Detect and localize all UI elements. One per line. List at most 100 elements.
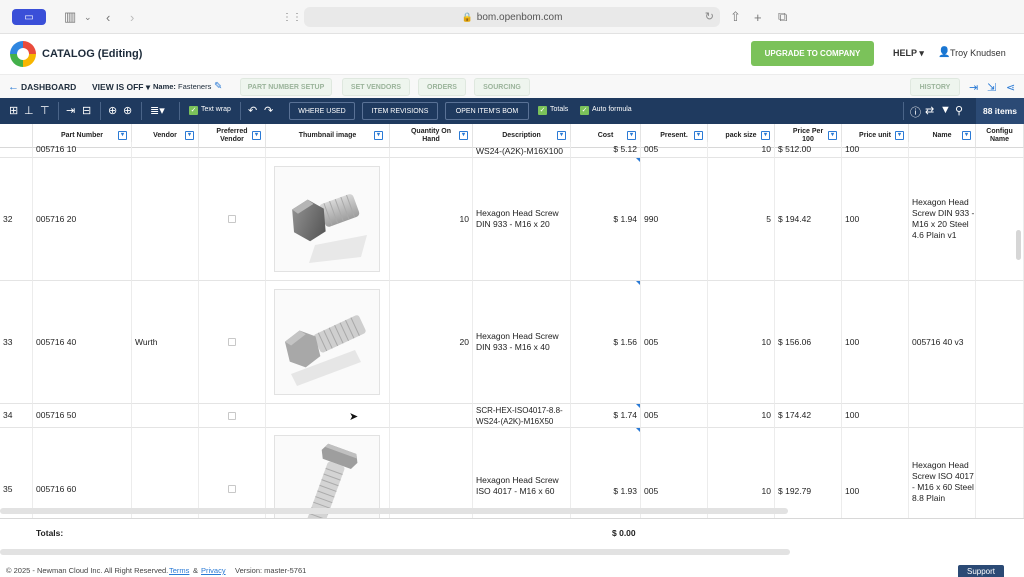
price-unit-cell[interactable]: 100 — [842, 281, 909, 404]
name-cell[interactable] — [909, 148, 976, 158]
cost-cell[interactable]: $ 1.74 — [571, 404, 641, 428]
text-wrap-checkbox[interactable]: ✓ — [189, 106, 198, 115]
move-up-icon[interactable]: ⊕ — [108, 104, 117, 117]
vendor-cell[interactable]: Wurth — [132, 281, 199, 404]
configuration-cell[interactable] — [976, 281, 1024, 404]
item-revisions-button[interactable]: ITEM REVISIONS — [362, 102, 438, 120]
terms-link[interactable]: Terms — [169, 566, 189, 575]
cost-cell[interactable]: $ 5.12 — [571, 142, 641, 158]
filter-icon[interactable]: ▾ — [557, 131, 566, 140]
column-header-configuration-name[interactable]: Configu Name — [976, 124, 1024, 148]
preferred-vendor-checkbox[interactable] — [228, 338, 236, 346]
vendor-cell[interactable] — [132, 404, 199, 428]
history-button[interactable]: HISTORY — [910, 78, 960, 96]
column-header-preferred-vendor[interactable]: Preferred Vendor ▾ — [199, 124, 266, 148]
align-icon[interactable]: ≣▾ — [150, 104, 165, 117]
name-cell[interactable]: Hexagon Head Screw ISO 4017 - M16 x 60 S… — [909, 428, 976, 518]
vendor-cell[interactable] — [132, 158, 199, 281]
name-cell[interactable]: Hexagon Head Screw DIN 933 - M16 x 20 St… — [909, 158, 976, 281]
present-cell[interactable]: 990 — [641, 158, 708, 281]
add-column-icon[interactable]: ⇥ — [66, 104, 75, 117]
filter-icon[interactable]: ▾ — [962, 131, 971, 140]
help-menu[interactable]: HELP ▾ — [893, 48, 924, 59]
totals-checkbox[interactable]: ✓ — [538, 106, 547, 115]
thumbnail-cell[interactable] — [266, 148, 390, 158]
search-icon[interactable]: ⚲ — [955, 104, 963, 117]
delete-row-icon[interactable]: ⊤ — [40, 104, 50, 117]
user-name[interactable]: Troy Knudsen — [950, 48, 1006, 58]
set-vendors-button[interactable]: SET VENDORS — [342, 78, 410, 96]
pack-size-cell[interactable]: 10 — [708, 281, 775, 404]
preferred-vendor-cell[interactable] — [199, 281, 266, 404]
tabs-overview-icon[interactable]: ⧉ — [778, 9, 787, 25]
cost-cell[interactable]: $ 1.94 — [571, 158, 641, 281]
column-header-vendor[interactable]: Vendor ▾ — [132, 124, 199, 148]
vertical-scrollbar[interactable] — [1016, 230, 1021, 260]
edit-pencil-icon[interactable]: ✎ — [214, 81, 222, 92]
configuration-cell[interactable] — [976, 404, 1024, 428]
price-per-100-cell[interactable]: $ 192.79 — [775, 428, 842, 518]
price-per-100-cell[interactable]: $ 512.00 — [775, 142, 842, 158]
filter-icon[interactable]: ▾ — [459, 131, 468, 140]
description-cell[interactable]: WS24-(A2K)-M16X100 — [473, 142, 571, 158]
cost-cell[interactable]: $ 1.56 — [571, 281, 641, 404]
thumbnail-cell[interactable] — [266, 428, 390, 518]
where-used-button[interactable]: WHERE USED — [289, 102, 355, 120]
part-number-cell[interactable]: 005716 50 — [33, 404, 132, 428]
share-icon[interactable]: ⋖ — [1006, 81, 1015, 94]
configuration-cell[interactable] — [976, 148, 1024, 158]
url-bar[interactable]: 🔒 bom.openbom.com ↻ — [304, 7, 720, 27]
part-number-setup-button[interactable]: PART NUMBER SETUP — [240, 78, 332, 96]
quantity-cell[interactable]: 10 — [390, 158, 473, 281]
filter-icon[interactable]: ▾ — [895, 131, 904, 140]
price-unit-cell[interactable]: 100 — [842, 404, 909, 428]
thumbnail-image[interactable] — [274, 289, 380, 395]
configuration-cell[interactable] — [976, 158, 1024, 281]
preferred-vendor-checkbox[interactable] — [228, 411, 236, 420]
reload-icon[interactable]: ↻ — [705, 10, 714, 23]
part-number-cell[interactable]: 005716 20 — [33, 158, 132, 281]
chevron-down-icon[interactable]: ⌄ — [84, 9, 92, 25]
thumbnail-image[interactable] — [274, 166, 380, 272]
preferred-vendor-cell[interactable] — [199, 428, 266, 518]
info-icon[interactable]: ⓘ — [910, 104, 921, 120]
vendor-cell[interactable] — [132, 428, 199, 518]
price-per-100-cell[interactable]: $ 194.42 — [775, 158, 842, 281]
filter-icon[interactable]: ▾ — [185, 131, 194, 140]
price-per-100-cell[interactable]: $ 174.42 — [775, 404, 842, 428]
quantity-cell[interactable]: 20 — [390, 281, 473, 404]
upgrade-button[interactable]: UPGRADE TO COMPANY — [751, 41, 874, 66]
present-cell[interactable]: 005 — [641, 404, 708, 428]
thumbnail-cell[interactable] — [266, 281, 390, 404]
name-cell[interactable] — [909, 404, 976, 428]
column-header-thumbnail[interactable]: Thumbnail image ▾ — [266, 124, 390, 148]
description-cell[interactable]: SCR-HEX-ISO4017-8.8-WS24-(A2K)-M16X50 — [473, 404, 571, 428]
preferred-vendor-cell[interactable] — [199, 158, 266, 281]
part-number-cell[interactable]: 005716 10 — [33, 142, 132, 158]
support-button[interactable]: Support — [958, 565, 1004, 577]
quantity-cell[interactable] — [390, 404, 473, 428]
pack-size-cell[interactable]: 10 — [708, 428, 775, 518]
horizontal-scrollbar[interactable] — [0, 508, 788, 514]
swap-icon[interactable]: ⇄ — [925, 104, 934, 117]
pack-size-cell[interactable]: 10 — [708, 404, 775, 428]
sidebar-icon[interactable]: ▥ — [64, 9, 76, 25]
thumbnail-image[interactable] — [274, 435, 380, 518]
view-dropdown[interactable]: VIEW IS OFF ▾ — [92, 82, 150, 93]
description-cell[interactable]: Hexagon Head Screw ISO 4017 - M16 x 60 — [473, 428, 571, 518]
horizontal-scrollbar-bottom[interactable] — [0, 549, 790, 555]
filter-icon[interactable]: ▾ — [828, 131, 837, 140]
preferred-vendor-checkbox[interactable] — [228, 215, 236, 223]
thumbnail-cell[interactable] — [266, 158, 390, 281]
pack-size-cell[interactable]: 10 — [708, 142, 775, 158]
add-row-icon[interactable]: ⊞ — [9, 104, 18, 117]
orders-button[interactable]: ORDERS — [418, 78, 466, 96]
delete-column-icon[interactable]: ⊟ — [82, 104, 91, 117]
preferred-vendor-checkbox[interactable] — [228, 485, 236, 493]
new-tab-icon[interactable]: + — [754, 9, 762, 25]
part-number-cell[interactable]: 005716 60 — [33, 428, 132, 518]
filter-icon[interactable]: ▾ — [118, 131, 127, 140]
column-header-name[interactable]: Name ▾ — [909, 124, 976, 148]
thumbnail-cell[interactable] — [266, 404, 390, 428]
redo-icon[interactable]: ↷ — [264, 104, 273, 117]
